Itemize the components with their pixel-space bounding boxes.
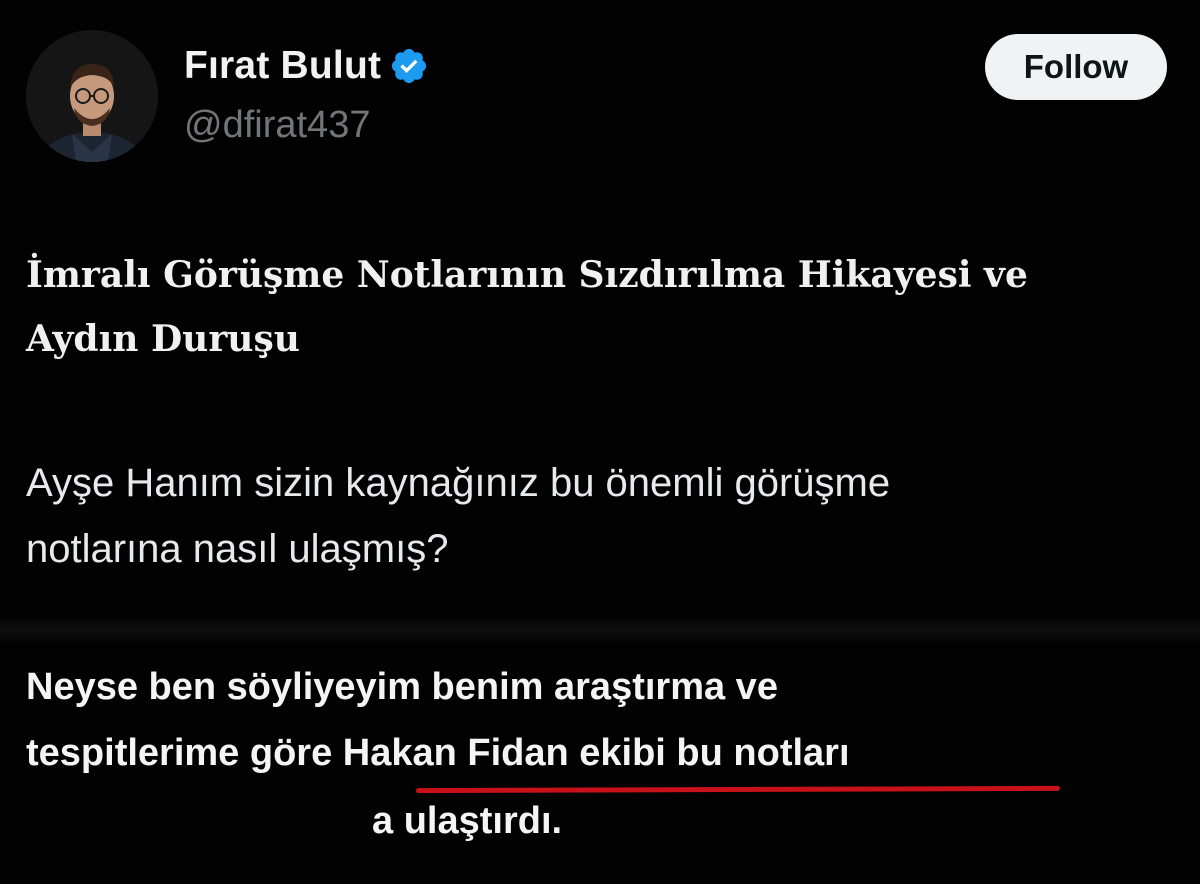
verified-badge-icon <box>389 46 429 86</box>
post-answer: Neyse ben söyliyeyim benim araştırma ve … <box>26 654 1186 854</box>
post-question: Ayşe Hanım sizin kaynağınız bu önemli gö… <box>26 450 1186 582</box>
display-name[interactable]: Fırat Bulut <box>184 44 381 88</box>
user-handle[interactable]: @dfirat437 <box>184 104 370 147</box>
post-headline: İmralı Görüşme Notlarının Sızdırılma Hik… <box>26 243 1186 371</box>
follow-button[interactable]: Follow <box>985 34 1167 100</box>
answer-line: Neyse ben söyliyeyim benim araştırma ve <box>26 666 778 708</box>
answer-line: a ulaştırdı. <box>372 800 563 842</box>
answer-line: tespitlerime göre Hakan Fidan ekibi bu n… <box>26 732 850 774</box>
divider <box>0 618 1200 642</box>
question-line: notlarına nasıl ulaşmış? <box>26 527 449 571</box>
avatar[interactable] <box>26 30 158 162</box>
headline-line: Aydın Duruşu <box>26 318 300 360</box>
headline-line: İmralı Görüşme Notlarının Sızdırılma Hik… <box>26 254 1028 296</box>
profile-photo <box>26 30 158 162</box>
name-row: Fırat Bulut <box>184 44 429 88</box>
question-line: Ayşe Hanım sizin kaynağınız bu önemli gö… <box>26 461 891 505</box>
